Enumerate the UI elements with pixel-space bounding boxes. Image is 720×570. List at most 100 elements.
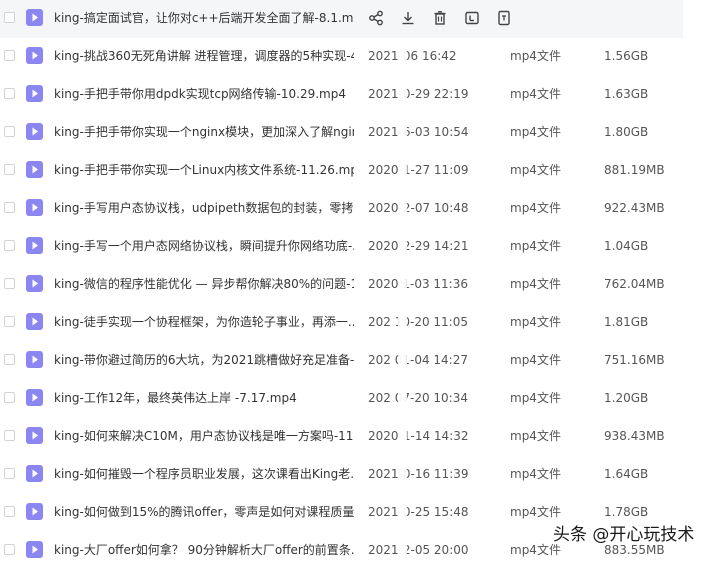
video-file-icon bbox=[26, 351, 43, 368]
file-row[interactable]: king-工作12年，最终英伟达上岸 -7.17.mp4 202 07-20 10… bbox=[0, 380, 720, 418]
file-row[interactable]: king-微信的程序性能优化 — 异步帮你解决80%的问题-1... 2020 1… bbox=[0, 266, 720, 304]
row-checkbox[interactable] bbox=[4, 354, 15, 365]
file-size: 922.43MB bbox=[604, 201, 665, 215]
file-type: mp4文件 bbox=[510, 467, 561, 481]
file-modified-time: 202 10-20 11:05 bbox=[368, 315, 468, 329]
file-type: mp4文件 bbox=[510, 163, 561, 177]
file-type: mp4文件 bbox=[510, 391, 561, 405]
file-size: 1.64GB bbox=[604, 467, 649, 481]
row-checkbox[interactable] bbox=[4, 240, 15, 251]
file-row[interactable]: king-挑战360无死角讲解 进程管理，调度器的5种实现-4... 2021-0… bbox=[0, 38, 720, 76]
file-size: 938.43MB bbox=[604, 429, 665, 443]
row-checkbox[interactable] bbox=[4, 278, 15, 289]
file-modified-time: 2020-1-14 14:32 bbox=[368, 429, 469, 443]
file-size: 762.04MB bbox=[604, 277, 665, 291]
delete-icon[interactable] bbox=[430, 7, 450, 29]
share-icon[interactable] bbox=[366, 7, 386, 29]
file-name[interactable]: king-大厂offer如何拿？ 90分钟解析大厂offer的前置条... bbox=[54, 542, 354, 558]
file-row[interactable]: king-手写一个用户态网络协议栈，瞬间提升你网络功底-... 2020-2-29… bbox=[0, 228, 720, 266]
row-checkbox[interactable] bbox=[4, 12, 15, 23]
file-row[interactable]: king-如何摧毁一个程序员职业发展，这次课看出King老... 2021-0-1… bbox=[0, 456, 720, 494]
file-modified-time: 2020 1-03 11:36 bbox=[368, 277, 468, 291]
file-row[interactable]: king-手把手带你实现一个nginx模块，更加深入了解ngin... 2021-… bbox=[0, 114, 720, 152]
file-name[interactable]: king-手把手带你用dpdk实现tcp网络传输-10.29.mp4 bbox=[54, 86, 354, 102]
row-checkbox[interactable] bbox=[4, 202, 15, 213]
file-modified-time: 2021-0-16 11:39 bbox=[368, 467, 469, 481]
file-name[interactable]: king-搞定面试官，让你对c++后端开发全面了解-8.1.mp4 bbox=[54, 10, 354, 26]
video-file-icon bbox=[26, 47, 43, 64]
row-checkbox[interactable] bbox=[4, 88, 15, 99]
video-file-icon bbox=[26, 427, 43, 444]
file-size: 881.19MB bbox=[604, 163, 665, 177]
file-name[interactable]: king-如何摧毁一个程序员职业发展，这次课看出King老... bbox=[54, 466, 354, 482]
video-file-icon bbox=[26, 9, 43, 26]
file-row[interactable]: king-手写用户态协议栈，udpipeth数据包的封装，零拷... 2020-2… bbox=[0, 190, 720, 228]
row-checkbox[interactable] bbox=[4, 468, 15, 479]
file-name[interactable]: king-微信的程序性能优化 — 异步帮你解决80%的问题-1... bbox=[54, 276, 354, 292]
file-modified-time: 2020-2-07 10:48 bbox=[368, 201, 469, 215]
file-modified-time: 2021-2-05 20:00 bbox=[368, 543, 469, 557]
file-size: 751.16MB bbox=[604, 353, 665, 367]
video-file-icon bbox=[26, 237, 43, 254]
file-row[interactable]: king-徒手实现一个协程框架，为你造轮子事业，再添一... 202 10-20 … bbox=[0, 304, 720, 342]
video-file-icon bbox=[26, 465, 43, 482]
row-checkbox[interactable] bbox=[4, 126, 15, 137]
download-icon[interactable] bbox=[398, 7, 418, 29]
video-file-icon bbox=[26, 503, 43, 520]
video-file-icon bbox=[26, 123, 43, 140]
video-file-icon bbox=[26, 85, 43, 102]
file-size: 1.04GB bbox=[604, 239, 649, 253]
row-checkbox[interactable] bbox=[4, 316, 15, 327]
row-checkbox[interactable] bbox=[4, 164, 15, 175]
file-name[interactable]: king-带你避过简历的6大坑，为2021跳槽做好充足准备-... bbox=[54, 352, 354, 368]
video-file-icon bbox=[26, 541, 43, 558]
file-size: 1.63GB bbox=[604, 87, 649, 101]
file-name[interactable]: king-如何来解决C10M，用户态协议栈是唯一方案吗-11.... bbox=[54, 428, 354, 444]
file-modified-time: 2021-0-29 22:19 bbox=[368, 87, 469, 101]
file-size: 1.80GB bbox=[604, 125, 649, 139]
file-row[interactable]: king-带你避过简历的6大坑，为2021跳槽做好充足准备-... 202 01-… bbox=[0, 342, 720, 380]
file-name[interactable]: king-工作12年，最终英伟达上岸 -7.17.mp4 bbox=[54, 390, 354, 406]
row-checkbox[interactable] bbox=[4, 50, 15, 61]
file-size: 1.56GB bbox=[604, 49, 649, 63]
file-type: mp4文件 bbox=[510, 125, 561, 139]
row-checkbox[interactable] bbox=[4, 392, 15, 403]
file-type: mp4文件 bbox=[510, 315, 561, 329]
redaction-strip bbox=[398, 46, 407, 561]
rename-icon[interactable] bbox=[462, 7, 482, 29]
file-modified-time: 2021-6-03 10:54 bbox=[368, 125, 469, 139]
row-checkbox[interactable] bbox=[4, 506, 15, 517]
file-size: 1.20GB bbox=[604, 391, 649, 405]
file-modified-time: 2021-0-25 15:48 bbox=[368, 505, 469, 519]
file-name[interactable]: king-手写一个用户态网络协议栈，瞬间提升你网络功底-... bbox=[54, 238, 354, 254]
row-checkbox[interactable] bbox=[4, 430, 15, 441]
file-modified-time: 202 01-04 14:27 bbox=[368, 353, 468, 367]
file-modified-time: 2021-06 16:42 bbox=[368, 49, 457, 63]
video-file-icon bbox=[26, 275, 43, 292]
file-name[interactable]: king-手把手带你实现一个nginx模块，更加深入了解ngin... bbox=[54, 124, 354, 140]
file-row[interactable]: king-手把手带你实现一个Linux内核文件系统-11.26.mp4 2020-… bbox=[0, 152, 720, 190]
file-name[interactable]: king-如何做到15%的腾讯offer，零声是如何对课程质量... bbox=[54, 504, 354, 520]
file-type: mp4文件 bbox=[510, 201, 561, 215]
file-name[interactable]: king-手写用户态协议栈，udpipeth数据包的封装，零拷... bbox=[54, 200, 354, 216]
file-type: mp4文件 bbox=[510, 277, 561, 291]
file-modified-time: 2020-1-27 11:09 bbox=[368, 163, 469, 177]
file-row[interactable]: king-手把手带你用dpdk实现tcp网络传输-10.29.mp4 2021-0… bbox=[0, 76, 720, 114]
watermark: 头条 @开心玩技术 bbox=[553, 525, 695, 545]
file-modified-time: 202 07-20 10:34 bbox=[368, 391, 468, 405]
video-file-icon bbox=[26, 313, 43, 330]
file-type: mp4文件 bbox=[510, 87, 561, 101]
more-icon[interactable] bbox=[494, 7, 514, 29]
row-checkbox[interactable] bbox=[4, 544, 15, 555]
video-file-icon bbox=[26, 199, 43, 216]
file-row[interactable]: king-搞定面试官，让你对c++后端开发全面了解-8.1.mp4 bbox=[0, 0, 683, 38]
file-type: mp4文件 bbox=[510, 49, 561, 63]
file-size: 1.78GB bbox=[604, 505, 649, 519]
file-name[interactable]: king-徒手实现一个协程框架，为你造轮子事业，再添一... bbox=[54, 314, 354, 330]
file-name[interactable]: king-挑战360无死角讲解 进程管理，调度器的5种实现-4... bbox=[54, 48, 354, 64]
file-type: mp4文件 bbox=[510, 505, 561, 519]
file-name[interactable]: king-手把手带你实现一个Linux内核文件系统-11.26.mp4 bbox=[54, 162, 354, 178]
file-row[interactable]: king-如何来解决C10M，用户态协议栈是唯一方案吗-11.... 2020-1… bbox=[0, 418, 720, 456]
file-modified-time: 2020-2-29 14:21 bbox=[368, 239, 469, 253]
file-list: king-搞定面试官，让你对c++后端开发全面了解-8.1.mp4 king-挑战… bbox=[0, 0, 720, 570]
